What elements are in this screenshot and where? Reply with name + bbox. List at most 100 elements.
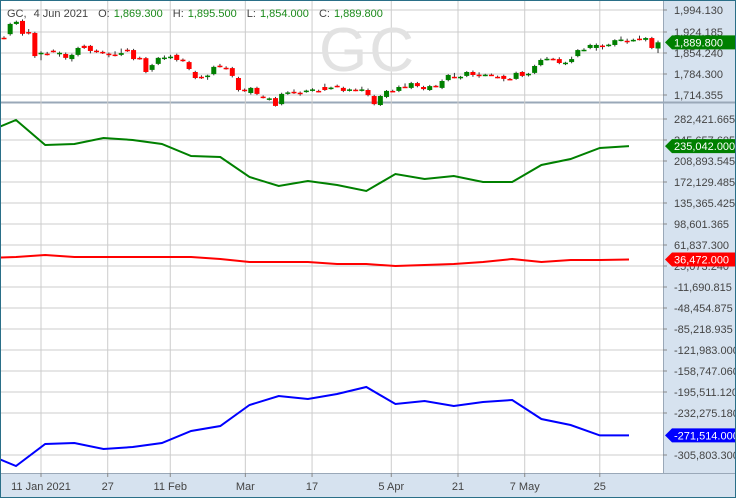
candle-up (248, 87, 254, 94)
legend-symbol: GC, (7, 8, 27, 20)
candle-up (593, 44, 599, 48)
candle-up (377, 96, 383, 106)
candle-up (384, 90, 390, 97)
symbol-watermark: GC (319, 16, 416, 85)
price-tick-label: 1,714.355 (674, 90, 723, 102)
value-tick-label: 172,129.485 (674, 177, 735, 189)
candle-down (100, 51, 106, 54)
candle-down (81, 45, 87, 48)
candle-down (242, 89, 248, 92)
candle-down (297, 92, 303, 95)
candle-up (155, 57, 161, 64)
candle-up (303, 90, 309, 93)
candle-down (50, 50, 56, 53)
value-tick-label: 208,893.545 (674, 156, 735, 168)
series-line-3 (1, 385, 629, 468)
candle-up (396, 87, 402, 91)
x-tick-label: 11 Jan 2021 (11, 481, 71, 493)
candle-up (606, 44, 612, 47)
price-tick-label: 1,784.300 (674, 69, 723, 81)
candle-down (353, 89, 359, 92)
candle-down (32, 32, 38, 57)
candle-up (310, 89, 315, 91)
candle-up (168, 56, 174, 59)
candle-up (458, 76, 464, 79)
candle-up (359, 89, 365, 91)
candle-down (322, 87, 328, 91)
candle-up (328, 87, 334, 90)
value-tick-label: -121,983.000 (674, 345, 735, 357)
candle-up (581, 49, 587, 52)
candle-up (439, 81, 445, 88)
candle-down (143, 58, 149, 72)
price-tag-label: 36,472.000 (674, 254, 729, 266)
price-tag-label: 1,889.800 (674, 37, 723, 49)
value-tick-label: 61,837.300 (674, 240, 729, 252)
value-tick-label: -195,511.120 (674, 387, 735, 399)
ohlc-legend: GC, 4 Jun 2021 O: 1,869.300 H: 1,895.500 L… (7, 8, 390, 20)
candle-up (612, 40, 618, 45)
candle-down (334, 85, 340, 88)
series-line-1 (1, 118, 630, 193)
x-tick-label: 27 (102, 481, 114, 493)
candle-down (316, 90, 322, 93)
candle-down (291, 91, 297, 94)
price-tick-label: 1,994.130 (674, 5, 723, 17)
candle-up (279, 93, 285, 105)
candle-up (57, 52, 63, 55)
candle-down (186, 62, 192, 69)
value-tick-label: -48,454.875 (674, 303, 733, 315)
value-tick-label: 98,601.365 (674, 219, 729, 231)
candle-down (198, 76, 204, 79)
candle-up (118, 53, 124, 55)
candle-down (20, 20, 26, 34)
candle-up (569, 59, 575, 63)
legend-open: 1,869.300 (113, 8, 163, 20)
candle-down (235, 77, 241, 91)
candle-up (643, 38, 649, 40)
x-tick-label: Mar (236, 481, 255, 493)
candle-down (501, 75, 507, 79)
candle-down (229, 68, 235, 76)
candle-up (445, 74, 451, 81)
candle-down (260, 96, 266, 99)
candle-up (618, 39, 624, 42)
candle-up (205, 75, 211, 78)
candle-down (365, 90, 371, 96)
candle-up (544, 58, 550, 61)
legend-open-label: O: (98, 8, 110, 20)
price-tag-label: 235,042.000 (674, 141, 735, 153)
value-tick-label: 135,365.425 (674, 198, 735, 210)
candle-down (44, 53, 50, 56)
candle-down (223, 67, 229, 70)
last-price-tag: 1,889.800 (665, 35, 735, 50)
candle-up (161, 57, 167, 60)
value-tick-label: -85,218.935 (674, 324, 733, 336)
candle-down (624, 40, 630, 43)
price-tag-label: -271,514.000 (674, 430, 735, 442)
legend-low-label: L: (246, 8, 256, 20)
candle-up (538, 59, 544, 66)
candle-down (519, 71, 525, 76)
candle-up (525, 73, 531, 76)
candle-down (1, 37, 7, 40)
candle-up (532, 65, 538, 73)
candle-down (649, 38, 655, 48)
value-tick-label: 282,421.665 (674, 114, 735, 126)
candle-up (38, 52, 44, 55)
value-tick-label: -232,275.180 (674, 408, 735, 420)
candle-down (451, 76, 457, 79)
candle-down (340, 87, 346, 91)
candle-up (347, 89, 353, 91)
candle-up (482, 74, 488, 77)
candle-down (254, 87, 260, 94)
candle-down (488, 74, 494, 77)
candle-down (180, 59, 186, 62)
candle-down (94, 50, 100, 53)
x-tick-label: 5 Apr (378, 481, 404, 493)
candle-up (513, 72, 519, 79)
legend-high: 1,895.500 (187, 8, 237, 20)
candle-up (13, 21, 19, 24)
candle-down (402, 86, 408, 89)
candle-up (149, 65, 155, 70)
